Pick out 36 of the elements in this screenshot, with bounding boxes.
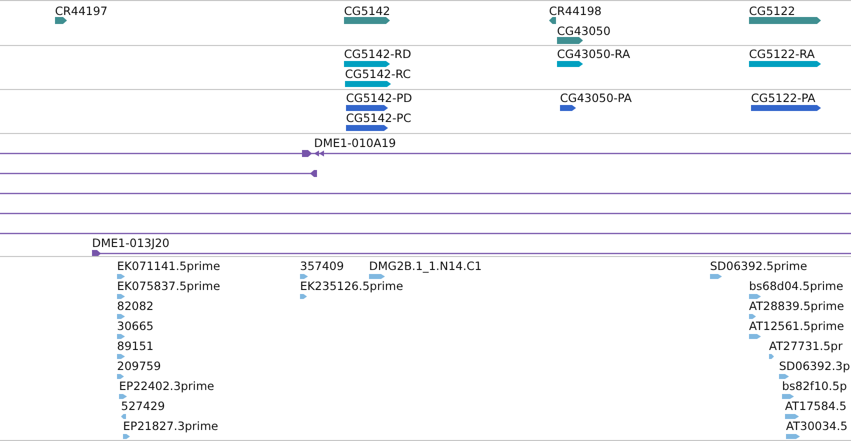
feature-label: EK075837.5prime [117,280,220,293]
feature-label: 89151 [117,340,154,353]
feature-label: EK235126.5prime [300,280,404,293]
feature-label: 30665 [117,320,154,333]
feature-label: CG5142-RD [344,48,412,61]
feature-label: CG5142 [344,5,390,18]
feature-label: CG5142-RC [345,68,411,81]
feature-label: 357409 [300,260,344,273]
feature-label: SD06392.3p [779,360,850,373]
feature-label: CR44198 [549,5,602,18]
feature-label: CG5142-PD [346,92,412,105]
feature-label: CG5122-PA [751,92,816,105]
feature-label: bs68d04.5prime [749,280,844,293]
feature-label: AT30034.5 [786,420,848,433]
feature-label: SD06392.5prime [710,260,808,273]
feature-label: DME1-013J20 [92,237,170,250]
feature-label: AT27731.5pr [769,340,843,353]
feature-label: CG5142-PC [346,112,412,125]
feature-label: CG5122 [749,5,796,18]
feature-label: EK071141.5prime [117,260,220,273]
feature-label: CG5122-RA [749,48,815,61]
feature-label: bs82f10.5p [782,380,847,393]
feature-label: CG43050-PA [560,92,632,105]
feature-label: DMG2B.1_1.N14.C1 [369,260,482,273]
feature-label: AT28839.5prime [749,300,844,313]
feature-label: CG43050-RA [557,48,630,61]
feature-label: CR44197 [55,5,108,18]
feature-label: 527429 [121,400,165,413]
feature-label: 82082 [117,300,154,313]
feature-label: AT17584.5 [785,400,847,413]
feature-label: DME1-010A19 [314,137,396,150]
feature-label: EP22402.3prime [119,380,214,393]
feature-label: 209759 [117,360,161,373]
feature-label: AT12561.5prime [749,320,844,333]
feature-label: EP21827.3prime [123,420,218,433]
feature-label: CG43050 [557,25,611,38]
